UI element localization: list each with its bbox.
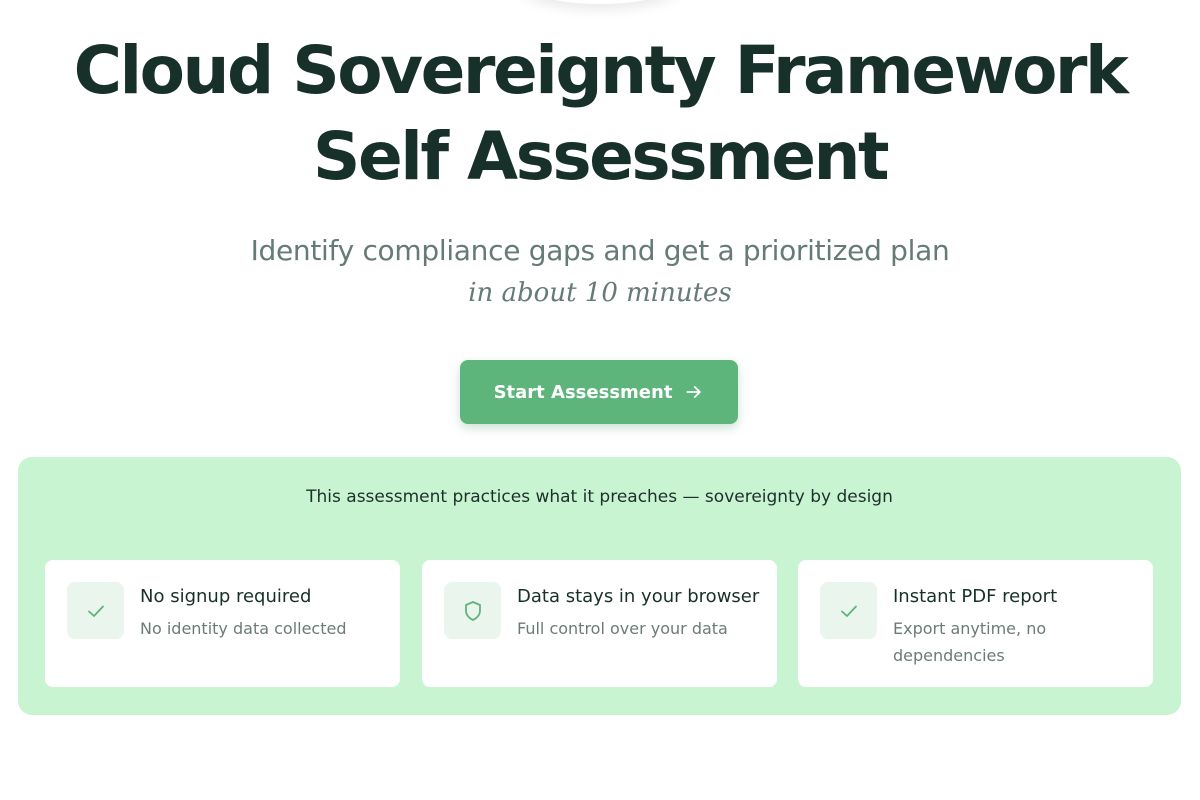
- check-icon: [820, 582, 877, 639]
- feature-card-title: No signup required: [140, 586, 312, 607]
- start-assessment-label: Start Assessment: [493, 381, 673, 403]
- feature-card-description: No identity data collected: [140, 619, 347, 638]
- subtitle-text: Identify compliance gaps and get a prior…: [250, 234, 950, 267]
- trust-panel-heading: This assessment practices what it preach…: [306, 487, 893, 507]
- feature-card-title: Data stays in your browser: [517, 586, 760, 607]
- page-subtitle: Identify compliance gaps and get a prior…: [0, 230, 1200, 314]
- check-icon: [67, 582, 124, 639]
- top-decorative-shape: [520, 0, 680, 4]
- feature-card-no-signup: No signup required No identity data coll…: [45, 560, 400, 687]
- feature-card-data-in-browser: Data stays in your browser Full control …: [422, 560, 777, 687]
- page-title-line-1: Cloud Sovereignty Framework: [73, 32, 1129, 109]
- feature-card-description: Full control over your data: [517, 619, 728, 638]
- start-assessment-button[interactable]: Start Assessment: [460, 360, 738, 424]
- feature-card-title: Instant PDF report: [893, 586, 1058, 607]
- page-title: Cloud Sovereignty Framework Self Assessm…: [0, 28, 1200, 200]
- page-title-line-2: Self Assessment: [312, 118, 890, 195]
- subtitle-emphasis: in about 10 minutes: [468, 278, 732, 308]
- feature-card-instant-pdf: Instant PDF report Export anytime, no de…: [798, 560, 1153, 687]
- feature-card-description: Export anytime, no dependencies: [893, 619, 1047, 665]
- trust-panel: This assessment practices what it preach…: [18, 457, 1181, 715]
- arrow-right-icon: [684, 382, 704, 402]
- hero-section: Cloud Sovereignty Framework Self Assessm…: [0, 28, 1200, 314]
- shield-icon: [444, 582, 501, 639]
